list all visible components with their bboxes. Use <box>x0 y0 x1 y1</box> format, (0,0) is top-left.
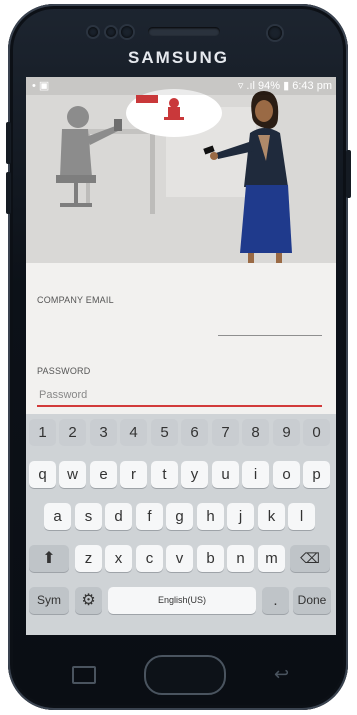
front-camera-icon <box>268 26 282 40</box>
key-7[interactable]: 7 <box>212 419 239 446</box>
screen: • ▣ ▿ .ıl 94% ▮ 6:43 pm COMPANY EMAIL PA… <box>26 77 336 635</box>
key-z[interactable]: z <box>75 545 102 572</box>
key-y[interactable]: y <box>181 461 208 488</box>
settings-key[interactable]: ⚙ <box>75 587 102 614</box>
power-button <box>346 150 351 198</box>
sym-key[interactable]: Sym <box>29 587 69 614</box>
key-8[interactable]: 8 <box>242 419 269 446</box>
company-email-label: COMPANY EMAIL <box>37 295 114 305</box>
status-bar: • ▣ ▿ .ıl 94% ▮ 6:43 pm <box>26 77 336 95</box>
key-4[interactable]: 4 <box>120 419 147 446</box>
volume-down-button <box>6 172 11 214</box>
back-key[interactable]: ↩ <box>274 664 289 685</box>
key-6[interactable]: 6 <box>181 419 208 446</box>
sensor-icon <box>121 26 133 38</box>
key-j[interactable]: j <box>227 503 254 530</box>
battery-icon: ▮ <box>283 80 290 92</box>
key-d[interactable]: d <box>105 503 132 530</box>
done-key[interactable]: Done <box>293 587 331 614</box>
password-field[interactable] <box>39 387 320 403</box>
shift-key[interactable]: ⬆ <box>29 545 69 572</box>
key-g[interactable]: g <box>166 503 193 530</box>
key-k[interactable]: k <box>258 503 285 530</box>
key-l[interactable]: l <box>288 503 315 530</box>
key-0[interactable]: 0 <box>303 419 330 446</box>
recent-apps-key[interactable] <box>72 666 96 684</box>
period-key[interactable]: . <box>262 587 289 614</box>
volume-up-button <box>6 122 11 164</box>
key-2[interactable]: 2 <box>59 419 86 446</box>
on-screen-keyboard: 1 2 3 4 5 6 7 8 9 0 q w e r t y u i o p … <box>26 414 336 635</box>
key-p[interactable]: p <box>303 461 330 488</box>
earpiece-speaker <box>148 27 220 36</box>
signal-icon: .ıl <box>246 80 255 92</box>
key-1[interactable]: 1 <box>29 419 56 446</box>
wifi-icon: ▿ <box>237 80 244 92</box>
sensor-icon <box>106 27 116 37</box>
key-i[interactable]: i <box>242 461 269 488</box>
key-e[interactable]: e <box>90 461 117 488</box>
key-n[interactable]: n <box>227 545 254 572</box>
clock: 6:43 pm <box>292 80 332 92</box>
notification-icons: • ▣ <box>32 80 50 92</box>
key-3[interactable]: 3 <box>90 419 117 446</box>
gear-icon: ⚙ <box>81 592 96 609</box>
key-m[interactable]: m <box>258 545 285 572</box>
key-q[interactable]: q <box>29 461 56 488</box>
key-u[interactable]: u <box>212 461 239 488</box>
key-f[interactable]: f <box>136 503 163 530</box>
key-s[interactable]: s <box>75 503 102 530</box>
shift-arrow-icon: ⬆ <box>42 550 56 567</box>
key-a[interactable]: a <box>44 503 71 530</box>
brand-logo: SAMSUNG <box>128 48 229 67</box>
office-scene-illustration <box>26 77 336 263</box>
key-h[interactable]: h <box>197 503 224 530</box>
key-v[interactable]: v <box>166 545 193 572</box>
backspace-icon: ⌫ <box>300 550 320 566</box>
key-5[interactable]: 5 <box>151 419 178 446</box>
key-o[interactable]: o <box>273 461 300 488</box>
key-w[interactable]: w <box>59 461 86 488</box>
key-b[interactable]: b <box>197 545 224 572</box>
key-c[interactable]: c <box>136 545 163 572</box>
key-r[interactable]: r <box>120 461 147 488</box>
space-key[interactable]: English(US) <box>108 587 256 614</box>
key-x[interactable]: x <box>105 545 132 572</box>
back-arrow-icon: ↩ <box>274 664 290 684</box>
backspace-key[interactable]: ⌫ <box>290 545 330 572</box>
hero-illustration: • ▣ ▿ .ıl 94% ▮ 6:43 pm <box>26 77 336 263</box>
email-underline <box>218 335 322 336</box>
key-9[interactable]: 9 <box>273 419 300 446</box>
status-indicators: ▿ .ıl 94% ▮ 6:43 pm <box>238 79 332 92</box>
password-underline <box>37 405 322 407</box>
key-t[interactable]: t <box>151 461 178 488</box>
password-label: PASSWORD <box>37 366 91 376</box>
battery-percent: 94% <box>258 80 281 92</box>
home-button[interactable] <box>144 655 226 695</box>
company-email-field[interactable] <box>37 315 322 335</box>
sensor-icon <box>88 27 98 37</box>
